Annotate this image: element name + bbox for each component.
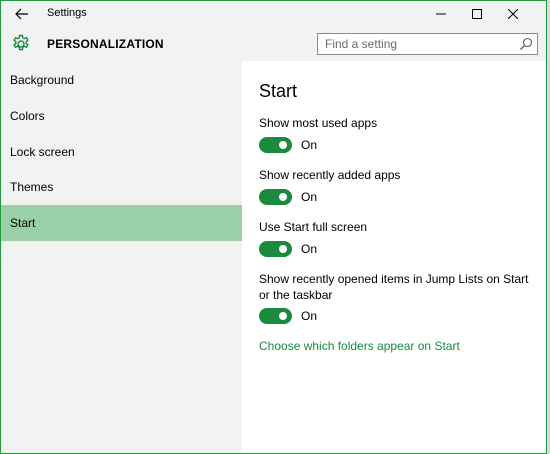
maximize-button[interactable] — [459, 1, 494, 27]
window-title: Settings — [47, 7, 87, 19]
gear-icon — [13, 34, 29, 51]
toggle-row-jump-lists: On — [259, 307, 317, 325]
close-icon — [507, 9, 518, 19]
page-header: PERSONALIZATION — [1, 27, 546, 61]
close-button[interactable] — [495, 1, 530, 27]
toggle-state: On — [301, 138, 318, 152]
minimize-button[interactable] — [423, 1, 458, 27]
toggle-row-most-used: On — [259, 136, 317, 154]
toggle-state: On — [301, 309, 318, 323]
toggle-knob — [279, 312, 287, 320]
sidebar-item-label: Themes — [10, 180, 54, 194]
sidebar-item-themes[interactable]: Themes — [1, 169, 242, 205]
section-title: PERSONALIZATION — [47, 37, 164, 51]
back-button[interactable] — [9, 4, 35, 24]
setting-label-jump-lists: Show recently opened items in Jump Lists… — [259, 272, 529, 302]
most-used-apps-toggle[interactable] — [259, 137, 292, 153]
toggle-row-recently-added: On — [259, 188, 317, 206]
sidebar-item-colors[interactable]: Colors — [1, 98, 242, 134]
sidebar-item-background[interactable]: Background — [1, 62, 242, 98]
choose-folders-link[interactable]: Choose which folders appear on Start — [259, 339, 460, 353]
start-full-screen-toggle[interactable] — [259, 241, 292, 257]
toggle-knob — [279, 193, 287, 201]
toggle-state: On — [301, 190, 318, 204]
setting-label-full-screen: Use Start full screen — [259, 220, 368, 234]
toggle-knob — [279, 141, 287, 149]
toggle-state: On — [301, 242, 318, 256]
settings-window: Settings PERSONALIZATION Find a setting … — [0, 0, 547, 454]
search-icon[interactable] — [519, 37, 533, 51]
search-input[interactable] — [318, 34, 514, 54]
toggle-knob — [279, 245, 287, 253]
toggle-row-full-screen: On — [259, 240, 317, 258]
main-content: Start Show most used apps On Show recent… — [242, 61, 546, 453]
sidebar-item-label: Colors — [10, 109, 45, 123]
sidebar-item-label: Background — [10, 73, 75, 87]
sidebar-item-label: Start — [10, 216, 36, 230]
sidebar-item-lock-screen[interactable]: Lock screen — [1, 134, 242, 170]
jump-lists-toggle[interactable] — [259, 308, 292, 324]
sidebar-item-start[interactable]: Start — [1, 205, 242, 241]
recently-added-apps-toggle[interactable] — [259, 189, 292, 205]
back-arrow-icon — [15, 8, 28, 20]
maximize-icon — [471, 9, 482, 19]
setting-label-recently-added: Show recently added apps — [259, 168, 401, 182]
title-bar: Settings — [1, 1, 546, 27]
search-box — [317, 33, 538, 55]
page-title: Start — [259, 81, 298, 101]
sidebar: Background Colors Lock screen Themes Sta… — [1, 61, 242, 453]
sidebar-item-label: Lock screen — [10, 145, 75, 159]
minimize-icon — [435, 13, 446, 15]
setting-label-most-used: Show most used apps — [259, 116, 378, 130]
